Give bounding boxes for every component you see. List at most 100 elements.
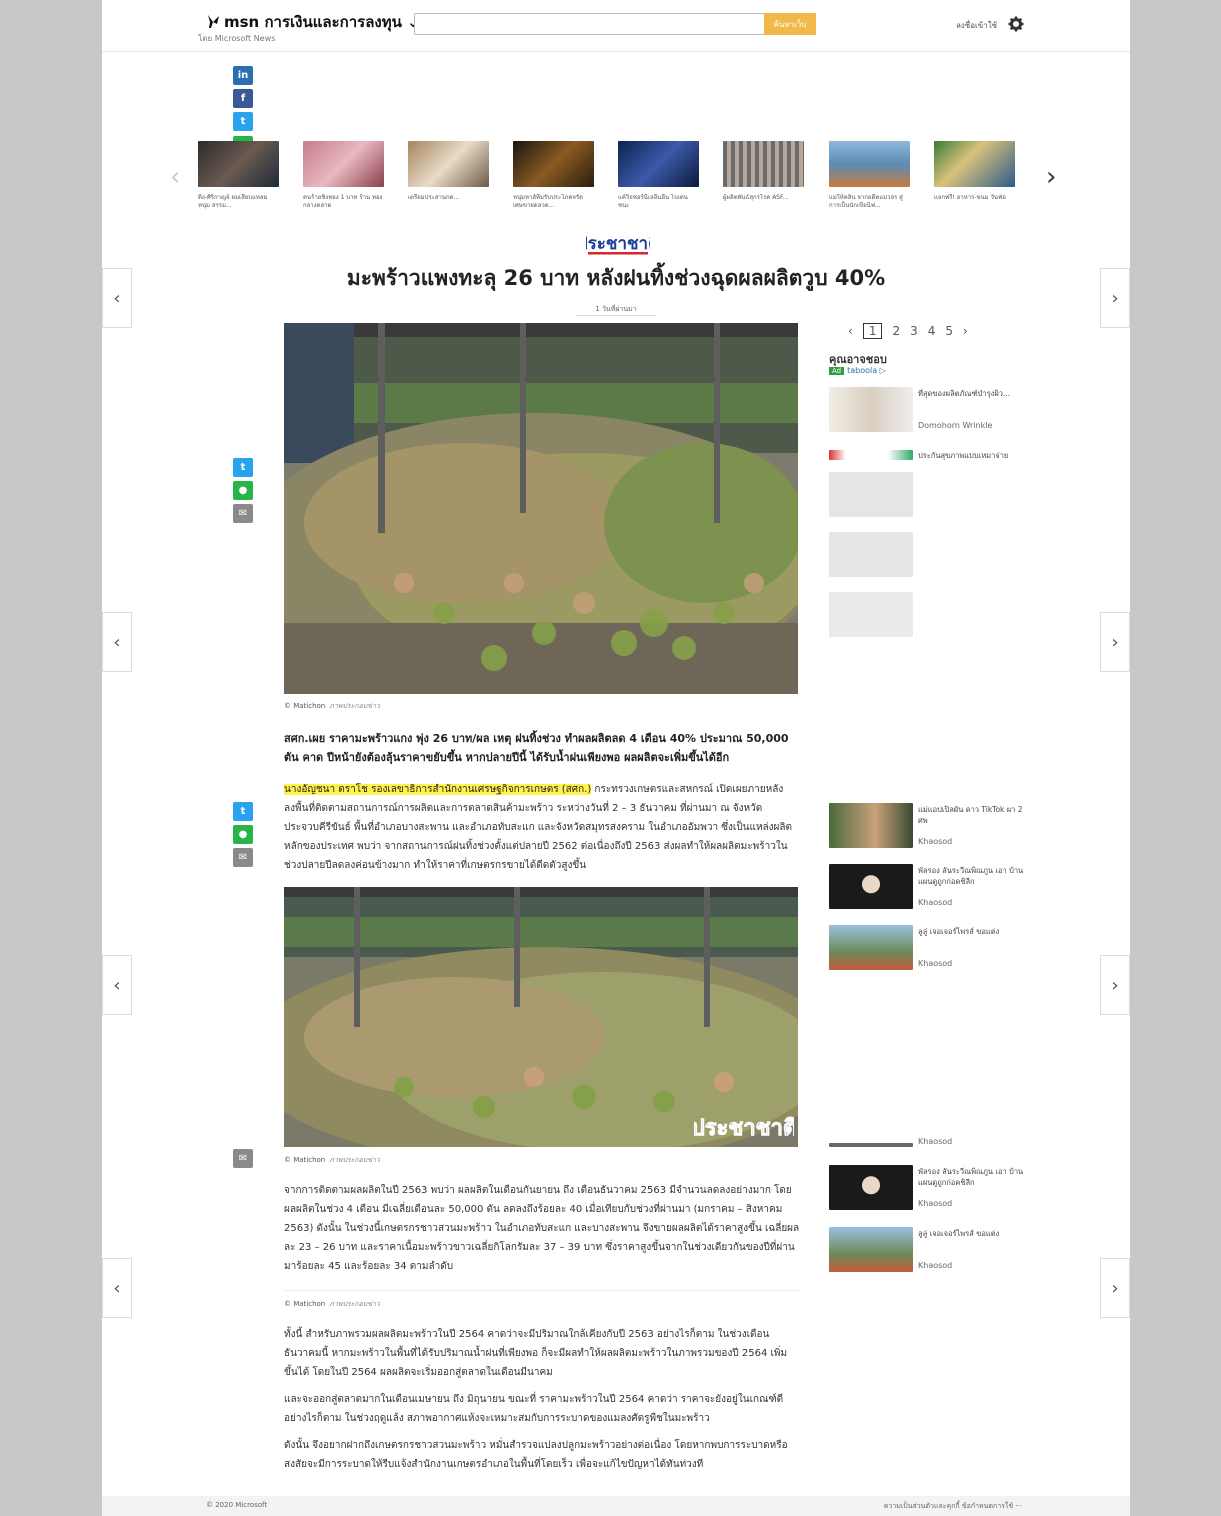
twitter-share-icon[interactable]: t	[233, 112, 253, 131]
carousel-item[interactable]: แจกฟรี! อาหาร-ขนม วันฟ่อ	[934, 141, 1015, 210]
photo-credit: © Matichon ภาพประกอบข่าว	[284, 1300, 380, 1308]
footer-links[interactable]: ความเป็นส่วนตัวและคุกกี้ ข้อกำหนดการใช้ …	[884, 1501, 1022, 1512]
publisher-logo[interactable]: ประชาชาติ	[577, 229, 659, 256]
prev-article-arrow-icon[interactable]: ‹	[102, 955, 132, 1015]
footer-copyright: © 2020 Microsoft	[206, 1501, 268, 1509]
rail-item-title: ที่สุดของผลิตภัณฑ์บำรุงผิว...	[918, 389, 1011, 398]
carousel-thumb	[198, 141, 279, 187]
rail-item-placeholder	[829, 592, 1029, 637]
search-button[interactable]: ค้นหาเว็บ	[764, 13, 816, 35]
pager-page[interactable]: 4	[928, 324, 936, 338]
ad-label-row: Ad taboola ▷	[829, 366, 886, 375]
carousel-caption: เตรียมประสานกด...	[408, 194, 460, 201]
rail-thumb	[829, 1165, 913, 1210]
carousel-item[interactable]: ผู้ผลิตพันธ์สุกรโรค ASF...	[723, 141, 804, 210]
pager-prev-icon[interactable]: ‹	[848, 324, 853, 338]
mail-share-icon[interactable]: ✉	[233, 1149, 253, 1168]
rail-item[interactable]: ประกันสุขภาพแบบเหมาจ่าย	[829, 450, 1029, 460]
rail-item[interactable]: พัลรอง ลันระวีณพิณภูน เอา บ้านแผนดูถูกก่…	[829, 1165, 1029, 1210]
pager-next-icon[interactable]: ›	[963, 324, 968, 338]
rail-item-source: Khaosod	[918, 898, 953, 907]
carousel-prev-icon[interactable]: ‹	[170, 162, 180, 192]
taboola-link[interactable]: taboola ▷	[847, 366, 886, 375]
prev-article-arrow-icon[interactable]: ‹	[102, 1258, 132, 1318]
rail-thumb	[829, 450, 913, 460]
carousel-thumb	[513, 141, 594, 187]
carousel-item[interactable]: เตรียมประสานกด...	[408, 141, 489, 210]
paragraph-text: กระทรวงเกษตรและสหกรณ์ เปิดเผยภายหลังลงพื…	[284, 784, 793, 871]
pager-page[interactable]: 5	[945, 324, 953, 338]
next-article-arrow-icon[interactable]: ›	[1100, 955, 1130, 1015]
pager-page[interactable]: 1	[862, 323, 883, 339]
carousel-thumb	[408, 141, 489, 187]
rail-thumb	[829, 1143, 913, 1147]
rail-item[interactable]: ลูลู่ เจอเจอร์ไพรส์ ขอแต่ง Khaosod	[829, 1227, 1029, 1272]
highlighted-text: นางอัญชนา ตราโช รองเลขาธิการสำนักงานเศรษ…	[284, 784, 592, 795]
rail-item[interactable]: Khaosod	[829, 1137, 1029, 1153]
carousel-item[interactable]: แม่ให้คลิ่น จากอดีตแม่วจร สู่การเป็นนักเ…	[829, 141, 910, 210]
pager-page[interactable]: 3	[910, 324, 918, 338]
carousel-caption: ติ๊ง-ศิริกาญจ์ ผมเสียบแหลม หนุ่ม สรรม...	[198, 194, 268, 209]
top-header: msn การเงินและการลงทุน ⌄ โดย Microsoft N…	[102, 0, 1130, 52]
rail-item-placeholder	[829, 472, 1029, 517]
carousel-caption: คนร้ายชิงทอง 1 บาท ร้าน ทองกลางตลาด	[303, 194, 383, 209]
carousel-item[interactable]: ติ๊ง-ศิริกาญจ์ ผมเสียบแหลม หนุ่ม สรรม...	[198, 141, 279, 210]
next-article-arrow-icon[interactable]: ›	[1100, 612, 1130, 672]
brand-title[interactable]: msn การเงินและการลงทุน ⌄	[224, 10, 420, 34]
carousel-thumb	[723, 141, 804, 187]
carousel-caption: แจกฟรี! อาหาร-ขนม วันฟ่อ	[934, 194, 1006, 201]
rail-item-title: พัลรอง ลันระวีณพิณภูน เอา บ้านแผนดูถูกก่…	[918, 866, 1024, 886]
prev-article-arrow-icon[interactable]: ‹	[102, 268, 132, 328]
carousel-thumb	[829, 141, 910, 187]
rail-item-source: Khaosod	[918, 1137, 953, 1146]
article-title: มะพร้าวแพงทะลุ 26 บาท หลังฝนทิ้งช่วงฉุดผ…	[346, 266, 886, 290]
rail-item[interactable]: พัลรอง ลันระวีณพิณภูน เอา บ้านแผนดูถูกก่…	[829, 864, 1029, 909]
facebook-share-icon[interactable]: f	[233, 89, 253, 108]
prev-article-arrow-icon[interactable]: ‹	[102, 612, 132, 672]
rail-item-source: Khaosod	[918, 959, 953, 968]
rail-item[interactable]: ที่สุดของผลิตภัณฑ์บำรุงผิว... Domohorn W…	[829, 387, 1029, 432]
carousel-item[interactable]: หนุ่มหาส์ทีมรับประโภคจรัด เศษขายดลวด...	[513, 141, 594, 210]
ad-badge: Ad	[829, 366, 845, 375]
article-photo[interactable]: ประชาชาติ	[284, 887, 798, 1147]
carousel-item[interactable]: แค้วิธซอร์นีเลอีนอีน ไบเดน ชนะ	[618, 141, 699, 210]
signin-link[interactable]: ลงชื่อเข้าใช้	[956, 19, 997, 32]
gear-icon[interactable]	[1008, 16, 1024, 32]
next-article-arrow-icon[interactable]: ›	[1100, 268, 1130, 328]
article-paragraph: จากการติดตามผลผลิตในปี 2563 พบว่า ผลผลิต…	[284, 1185, 800, 1272]
divider	[284, 1290, 800, 1291]
carousel-thumb	[934, 141, 1015, 187]
next-article-arrow-icon[interactable]: ›	[1100, 1258, 1130, 1318]
rail-item-title: แม่แอปเปิลผัน ดาว TikTok ผา 2 ศพ	[918, 805, 1023, 825]
page: msn การเงินและการลงทุน ⌄ โดย Microsoft N…	[102, 0, 1130, 1516]
rail-item-title: ลูลู่ เจอเจอร์ไพรส์ ขอแต่ง	[918, 927, 1000, 936]
article-photo[interactable]	[284, 323, 798, 694]
photo-credit: © Matichon ภาพประกอบข่าว	[284, 702, 380, 710]
rail-item-title: พัลรอง ลันระวีณพิณภูน เอา บ้านแผนดูถูกก่…	[918, 1167, 1024, 1187]
line-share-icon[interactable]: ●	[233, 481, 253, 500]
carousel-next-icon[interactable]: ›	[1046, 162, 1056, 192]
mail-share-icon[interactable]: ✉	[233, 504, 253, 523]
rail-item-source: Khaosod	[918, 1199, 953, 1208]
rail-thumb	[829, 387, 913, 432]
mail-share-icon[interactable]: ✉	[233, 848, 253, 867]
msn-butterfly-icon[interactable]	[206, 13, 220, 29]
search-input[interactable]	[414, 13, 816, 35]
carousel-thumb	[618, 141, 699, 187]
article-paragraph: นางอัญชนา ตราโช รองเลขาธิการสำนักงานเศรษ…	[284, 780, 800, 875]
linkedin-share-icon[interactable]: in	[233, 66, 253, 85]
pager-page[interactable]: 2	[892, 324, 900, 338]
photo-credit: © Matichon ภาพประกอบข่าว	[284, 1156, 380, 1164]
carousel-caption: แม่ให้คลิ่น จากอดีตแม่วจร สู่การเป็นนักเ…	[829, 194, 903, 209]
carousel-item[interactable]: คนร้ายชิงทอง 1 บาท ร้าน ทองกลางตลาด	[303, 141, 384, 210]
rail-item-placeholder	[829, 532, 1029, 577]
twitter-share-icon[interactable]: t	[233, 458, 253, 477]
rail-item[interactable]: ลูลู่ เจอเจอร์ไพรส์ ขอแต่ง Khaosod	[829, 925, 1029, 970]
article-paragraph: ทั้งนี้ สำหรับภาพรวมผลผลิตมะพร้าวในปี 25…	[284, 1329, 788, 1378]
article-timestamp: 1 วันที่ผ่านมา	[595, 305, 637, 313]
line-share-icon[interactable]: ●	[233, 825, 253, 844]
twitter-share-icon[interactable]: t	[233, 802, 253, 821]
rail-item[interactable]: แม่แอปเปิลผัน ดาว TikTok ผา 2 ศพ Khaosod	[829, 803, 1029, 848]
rail-item-title: ลูลู่ เจอเจอร์ไพรส์ ขอแต่ง	[918, 1229, 1000, 1238]
rail-thumb	[829, 803, 913, 848]
